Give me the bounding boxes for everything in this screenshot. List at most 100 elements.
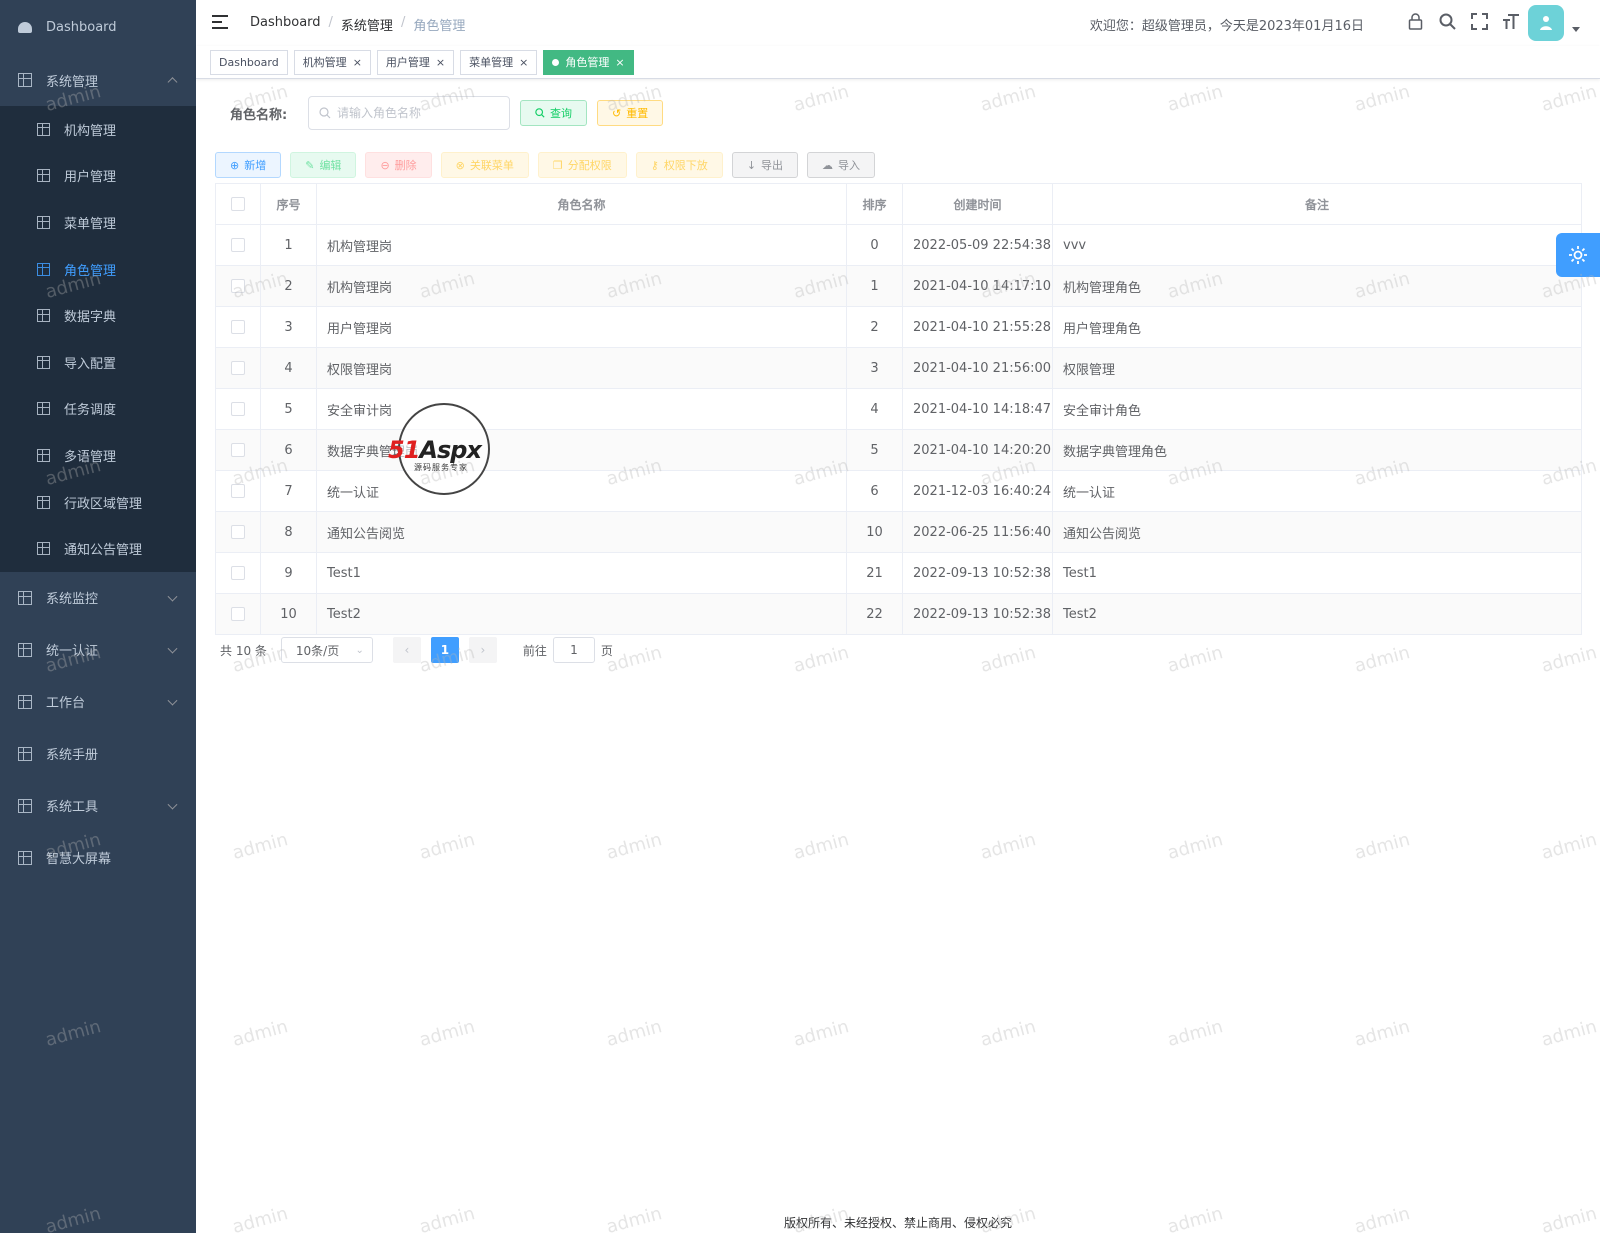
tag-dashboard[interactable]: Dashboard xyxy=(210,49,288,75)
sidebar-subitem[interactable]: 导入配置 xyxy=(0,339,196,386)
chevron-up-icon xyxy=(167,77,178,88)
sidebar-subitem[interactable]: 数据字典 xyxy=(0,292,196,339)
total-count: 共 10 条 xyxy=(220,643,267,658)
cell-role-name: 机构管理岗 xyxy=(316,224,847,266)
sidebar-item[interactable]: 系统监控 xyxy=(0,572,196,624)
watermark-text: admin xyxy=(1352,829,1413,864)
watermark-text: admin xyxy=(978,829,1039,864)
close-icon[interactable]: × xyxy=(615,56,624,69)
link-menu-button[interactable]: ⊗ 关联菜单 xyxy=(440,152,529,178)
prev-page-button[interactable]: ‹ xyxy=(392,637,421,663)
reset-button[interactable]: ↺ 重置 xyxy=(597,100,664,126)
page-unit-label: 页 xyxy=(600,643,613,658)
row-checkbox[interactable] xyxy=(215,470,261,512)
table-row[interactable]: 10 Test2 22 2022-09-13 10:52:38 Test2 xyxy=(215,593,1582,635)
sidebar-item[interactable]: 系统工具 xyxy=(0,780,196,832)
assign-perm-button[interactable]: ❐ 分配权限 xyxy=(537,152,627,178)
close-icon[interactable]: × xyxy=(353,56,362,69)
sidebar-subitem[interactable]: 菜单管理 xyxy=(0,199,196,246)
sidebar-item[interactable]: 智慧大屏幕 xyxy=(0,832,196,884)
cell-role-name: 统一认证 xyxy=(316,470,847,512)
tag-menu[interactable]: 菜单管理 × xyxy=(460,49,538,75)
row-checkbox[interactable] xyxy=(215,224,261,266)
table-icon xyxy=(37,448,50,462)
add-button[interactable]: ⊕ 新增 xyxy=(215,152,282,178)
cell-role-name: Test2 xyxy=(316,593,847,635)
query-button[interactable]: 查询 xyxy=(520,100,587,126)
watermark-text: admin xyxy=(1165,829,1226,864)
sidebar-subitem[interactable]: 用户管理 xyxy=(0,153,196,200)
row-checkbox[interactable] xyxy=(215,511,261,553)
row-checkbox[interactable] xyxy=(215,429,261,471)
select-all-checkbox[interactable] xyxy=(215,183,261,225)
table-row[interactable]: 9 Test1 21 2022-09-13 10:52:38 Test1 xyxy=(215,552,1582,594)
table-row[interactable]: 1 机构管理岗 0 2022-05-09 22:54:38 vvv xyxy=(215,224,1582,266)
cell-created-time: 2021-04-10 14:17:10 xyxy=(902,265,1053,307)
tag-role[interactable]: 角色管理 × xyxy=(543,49,634,75)
row-checkbox[interactable] xyxy=(215,593,261,635)
watermark-text: admin xyxy=(1539,829,1600,864)
sidebar-subitem[interactable]: 角色管理 xyxy=(0,246,196,293)
delegate-perm-button[interactable]: ⚷ 权限下放 xyxy=(635,152,723,178)
table-row[interactable]: 2 机构管理岗 1 2021-04-10 14:17:10 机构管理角色 xyxy=(215,265,1582,307)
row-checkbox[interactable] xyxy=(215,388,261,430)
table-icon xyxy=(37,122,50,136)
link-icon: ⊗ xyxy=(455,158,465,172)
breadcrumb-dashboard[interactable]: Dashboard xyxy=(250,15,321,34)
watermark-text: admin xyxy=(1165,642,1226,677)
close-icon[interactable]: × xyxy=(436,56,445,69)
export-button[interactable]: ↓ 导出 xyxy=(731,152,799,178)
hamburger-icon[interactable] xyxy=(212,15,228,29)
sidebar-item-system-mgmt[interactable]: 系统管理 xyxy=(0,54,196,106)
cell-index: 4 xyxy=(260,347,317,389)
avatar[interactable] xyxy=(1528,5,1564,41)
sidebar-item-dashboard[interactable]: Dashboard xyxy=(0,0,196,54)
delete-button[interactable]: ⊖ 删除 xyxy=(365,152,432,178)
sidebar-item[interactable]: 统一认证 xyxy=(0,624,196,676)
search-icon xyxy=(319,107,331,119)
watermark-text: admin xyxy=(230,829,291,864)
tag-org[interactable]: 机构管理 × xyxy=(293,49,371,75)
sidebar-subitem[interactable]: 机构管理 xyxy=(0,106,196,153)
cell-remark: Test2 xyxy=(1052,593,1582,635)
search-form: 角色名称: 查询 ↺ 重置 xyxy=(230,96,664,130)
search-icon[interactable] xyxy=(1438,12,1456,30)
sidebar-subitem[interactable]: 多语管理 xyxy=(0,432,196,479)
next-page-button[interactable]: › xyxy=(468,637,497,663)
sidebar-subitem[interactable]: 行政区域管理 xyxy=(0,479,196,526)
watermark-text: admin xyxy=(1352,642,1413,677)
table-icon xyxy=(37,402,50,416)
goto-page-input[interactable]: 1 xyxy=(552,637,595,663)
table-row[interactable]: 8 通知公告阅览 10 2022-06-25 11:56:40 通知公告阅览 xyxy=(215,511,1582,553)
page-number[interactable]: 1 xyxy=(430,637,459,663)
cell-index: 8 xyxy=(260,511,317,553)
cell-created-time: 2021-04-10 21:56:00 xyxy=(902,347,1053,389)
sidebar-subitem[interactable]: 任务调度 xyxy=(0,386,196,433)
role-name-input-wrapper[interactable] xyxy=(308,96,510,130)
cell-index: 7 xyxy=(260,470,317,512)
sidebar-item[interactable]: 工作台 xyxy=(0,676,196,728)
table-row[interactable]: 4 权限管理岗 3 2021-04-10 21:56:00 权限管理 xyxy=(215,347,1582,389)
sidebar-item[interactable]: 系统手册 xyxy=(0,728,196,780)
page-size-select[interactable]: 10条/页 ⌄ xyxy=(280,637,373,663)
row-checkbox[interactable] xyxy=(215,552,261,594)
cell-remark: 统一认证 xyxy=(1052,470,1582,512)
row-checkbox[interactable] xyxy=(215,347,261,389)
edit-button[interactable]: ✎ 编辑 xyxy=(290,152,357,178)
row-checkbox[interactable] xyxy=(215,306,261,348)
import-button[interactable]: ☁ 导入 xyxy=(807,152,876,178)
table-row[interactable]: 3 用户管理岗 2 2021-04-10 21:55:28 用户管理角色 xyxy=(215,306,1582,348)
header-remark: 备注 xyxy=(1052,183,1582,225)
goto-label: 前往 xyxy=(522,643,547,658)
settings-gear-icon[interactable] xyxy=(1556,233,1600,277)
tag-user[interactable]: 用户管理 × xyxy=(376,49,455,75)
caret-down-icon[interactable] xyxy=(1572,27,1580,32)
cell-role-name: Test1 xyxy=(316,552,847,594)
close-icon[interactable]: × xyxy=(519,56,528,69)
font-size-icon[interactable] xyxy=(1502,12,1520,30)
sidebar-subitem[interactable]: 通知公告管理 xyxy=(0,525,196,572)
fullscreen-icon[interactable] xyxy=(1470,12,1488,30)
row-checkbox[interactable] xyxy=(215,265,261,307)
lock-icon[interactable] xyxy=(1406,12,1424,30)
role-name-input[interactable] xyxy=(337,106,497,120)
